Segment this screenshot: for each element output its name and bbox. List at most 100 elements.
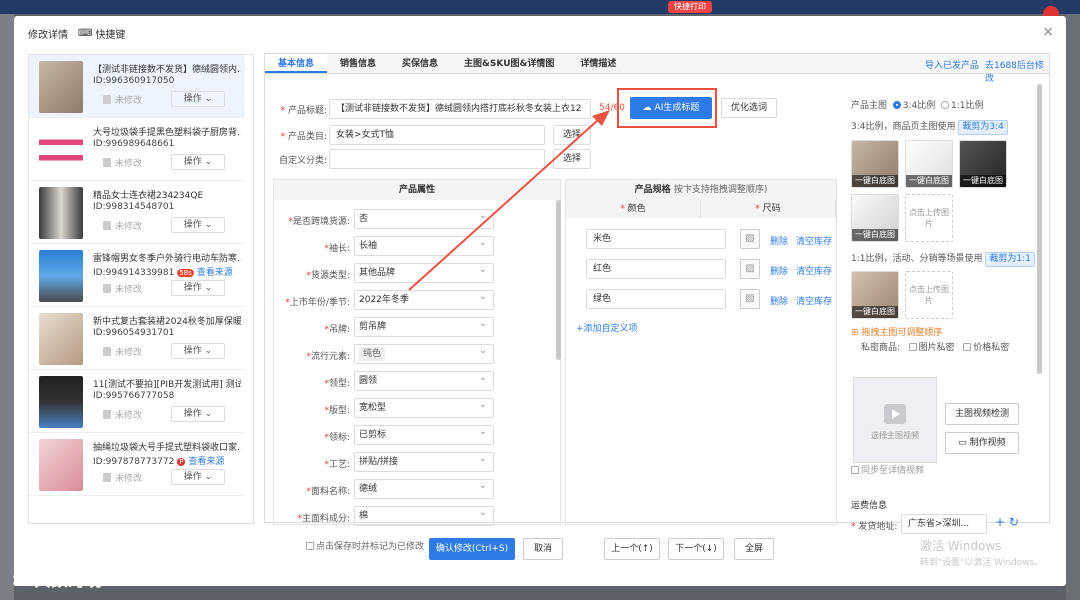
status-badge: 未修改 [103, 156, 142, 169]
make-video-button[interactable]: ▭ 制作视频 [945, 432, 1019, 454]
tab-warranty[interactable]: 买保信息 [389, 54, 451, 73]
attr-select[interactable]: 圆领 [354, 369, 494, 391]
list-item[interactable]: 雷锋帽男女冬季户外骑行电动车防寒... ID:994914339981 58s 查… [29, 244, 245, 307]
media-scrollbar[interactable] [1037, 84, 1042, 374]
crop-11-button[interactable]: 裁剪为1:1 [985, 252, 1035, 267]
image-icon[interactable]: ▨ [740, 229, 760, 249]
custom-category-input[interactable] [329, 149, 545, 169]
ai-title-button[interactable]: ☁ AI生成标题 [630, 97, 712, 119]
attr-row: *领型: 圆领 [274, 369, 554, 393]
image-icon[interactable]: ▨ [740, 289, 760, 309]
attributes-header: 产品属性 [274, 180, 560, 200]
attr-select[interactable]: 宽松型 [354, 396, 494, 418]
optimize-button[interactable]: 优化选词 [721, 98, 777, 118]
crop-34-button[interactable]: 裁剪为3:4 [958, 120, 1008, 135]
delete-link[interactable]: 删除 [770, 264, 788, 277]
fullscreen-button[interactable]: 全屏 [734, 538, 774, 560]
attributes-scrollbar[interactable] [556, 200, 561, 360]
delete-link[interactable]: 删除 [770, 234, 788, 247]
product-title: 11[测试不要拍][PIB开发测试用] 测试... [93, 380, 241, 390]
attr-select[interactable]: 剪吊牌 [354, 315, 494, 337]
spec-header: 产品规格 按卞支持拖拽调整顺序) [566, 180, 836, 200]
add-custom-item-link[interactable]: +添加自定义项 [576, 321, 638, 334]
clear-stock-link[interactable]: 清空库存 [796, 234, 832, 247]
tag-chip: 纯色 [359, 347, 386, 361]
color-input[interactable]: 红色 [586, 259, 726, 279]
upload-image-button[interactable]: 点击上传图片 [905, 194, 953, 242]
operate-dropdown[interactable]: 操作 ⌄ [171, 217, 225, 233]
mark-modified-row[interactable]: 点击保存时并标记为已修改 [306, 539, 424, 552]
next-item-button[interactable]: 下一个(↓) [668, 538, 724, 560]
cancel-button[interactable]: 取消 [523, 538, 563, 560]
main-image[interactable]: 一键白底图 [959, 140, 1007, 188]
add-icon[interactable]: + ↻ [995, 515, 1019, 529]
view-source-link[interactable]: 查看来源 [188, 457, 224, 467]
confirm-button[interactable]: 确认修改(Ctrl+S) [429, 538, 515, 560]
list-item[interactable]: 【测试非链接数不发货】德绒圆领内... ID:996360917050 未修改 … [29, 55, 245, 118]
price-private-checkbox[interactable] [963, 343, 972, 351]
ratio-11-radio[interactable] [940, 101, 949, 109]
private-row: 私密商品: 图片私密 价格私密 [861, 343, 1010, 353]
category-input[interactable]: 女装>女式T恤 [329, 125, 545, 145]
custom-select-button[interactable]: 选择 [553, 149, 591, 169]
attr-select[interactable]: 德绒 [354, 477, 494, 499]
bookmark-icon [103, 221, 111, 230]
watermark-subtitle: 转到"设置"以激活 Windows。 [920, 558, 1044, 568]
attr-select[interactable]: 纯色 [354, 342, 494, 364]
bookmark-icon [103, 410, 111, 419]
attr-select[interactable]: 棉 [354, 504, 494, 526]
attr-select[interactable]: 其他品牌 [354, 261, 494, 283]
select-video-button[interactable]: 选择主图视频 [853, 377, 937, 463]
operate-dropdown[interactable]: 操作 ⌄ [171, 91, 225, 107]
upload-image-button[interactable]: 点击上传图片 [905, 271, 953, 319]
operate-dropdown[interactable]: 操作 ⌄ [171, 154, 225, 170]
main-image[interactable]: 一键白底图 [851, 194, 899, 242]
attr-select[interactable]: 已剪标 [354, 423, 494, 445]
clear-stock-link[interactable]: 清空库存 [796, 294, 832, 307]
size-column: * 尺码 [701, 200, 836, 218]
operate-dropdown[interactable]: 操作 ⌄ [171, 469, 225, 485]
quick-print-badge[interactable]: 快捷打印 [668, 1, 712, 13]
video-check-button[interactable]: 主图视频检测 [945, 403, 1019, 425]
detail-panel: 基本信息 销售信息 买保信息 主图&SKU图&详情图 详情描述 导入已发产品 去… [264, 53, 1050, 534]
status-badge: 未修改 [103, 219, 142, 232]
operate-dropdown[interactable]: 操作 ⌄ [171, 280, 225, 296]
color-input[interactable]: 米色 [586, 229, 726, 249]
prev-item-button[interactable]: 上一个(↑) [604, 538, 660, 560]
tab-description[interactable]: 详情描述 [567, 54, 629, 73]
list-item[interactable]: 精品女士连衣裙234234QE ID:998314548701 未修改 操作 ⌄ [29, 181, 245, 244]
shortcut-link[interactable]: ⌨ 快捷键 [78, 26, 125, 41]
view-source-link[interactable]: 查看来源 [197, 268, 233, 278]
close-icon[interactable]: × [1042, 24, 1054, 40]
operate-dropdown[interactable]: 操作 ⌄ [171, 406, 225, 422]
square-image[interactable]: 一键白底图 [851, 271, 899, 319]
sync-video-row[interactable]: 同步至详情视频 [851, 463, 924, 476]
tab-basic[interactable]: 基本信息 [265, 54, 328, 73]
attr-select[interactable]: 长袖 [354, 234, 494, 256]
tab-images[interactable]: 主图&SKU图&详情图 [451, 54, 567, 73]
category-select-button[interactable]: 选择 [553, 125, 591, 145]
list-item[interactable]: 新中式复古套装裙2024秋冬加厚保暖... ID:996054931701 未修… [29, 307, 245, 370]
delete-link[interactable]: 删除 [770, 294, 788, 307]
list-item[interactable]: 大号垃圾袋手提黑色塑料袋子厨房背... ID:996989648661 未修改 … [29, 118, 245, 181]
attr-select[interactable]: 否 [354, 207, 494, 229]
main-image[interactable]: 一键白底图 [905, 140, 953, 188]
tab-sales[interactable]: 销售信息 [327, 54, 389, 73]
main-image[interactable]: 一键白底图 [851, 140, 899, 188]
attr-row: *主面料成分: 棉 [274, 504, 554, 528]
clear-stock-link[interactable]: 清空库存 [796, 264, 832, 277]
image-private-checkbox[interactable] [908, 343, 917, 351]
ratio-34-radio[interactable] [892, 101, 901, 109]
attr-select[interactable]: 2022年冬季 [354, 288, 494, 310]
list-item[interactable]: 11[测试不要拍][PIB开发测试用] 测试... ID:99576677705… [29, 370, 245, 433]
operate-dropdown[interactable]: 操作 ⌄ [171, 343, 225, 359]
list-item[interactable]: 抽绳垃圾袋大号手提式塑料袋收口家... ID:997878773772 P 查看来… [29, 433, 245, 496]
spec-columns: * 颜色 * 尺码 [566, 200, 836, 218]
image-icon[interactable]: ▨ [740, 259, 760, 279]
import-link[interactable]: 导入已发产品 [925, 58, 979, 71]
goto-1688-link[interactable]: 去1688后台修改 [985, 58, 1049, 84]
ship-addr-select[interactable]: 广东省>深圳... [901, 514, 987, 534]
title-input[interactable]: 【测试非链接数不发货】德绒圆领内搭打底衫秋冬女装上衣12 [329, 99, 591, 119]
color-input[interactable]: 绿色 [586, 289, 726, 309]
attr-select[interactable]: 拼贴/拼接 [354, 450, 494, 472]
